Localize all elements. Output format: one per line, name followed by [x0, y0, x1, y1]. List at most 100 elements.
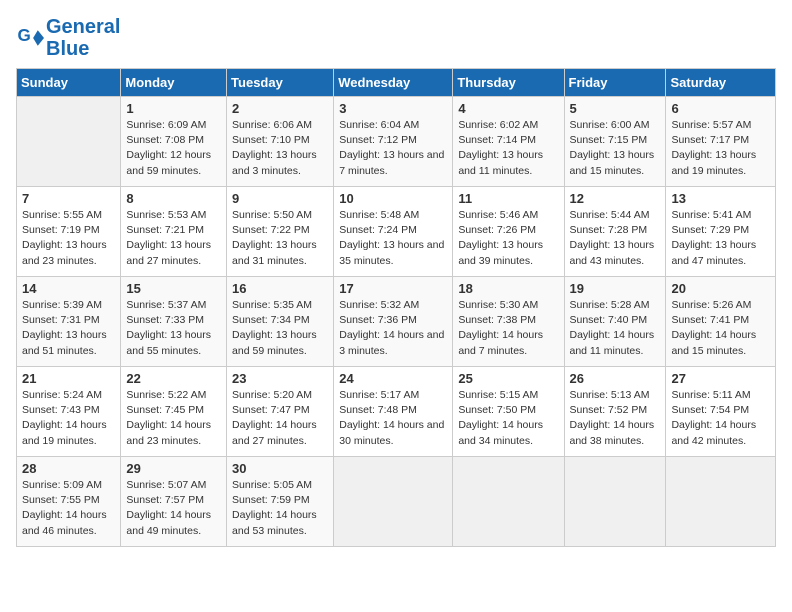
day-number: 17	[339, 281, 447, 296]
day-number: 5	[570, 101, 661, 116]
calendar-cell: 10 Sunrise: 5:48 AMSunset: 7:24 PMDayligh…	[334, 187, 453, 277]
day-number: 2	[232, 101, 328, 116]
day-info: Sunrise: 5:26 AMSunset: 7:41 PMDaylight:…	[671, 298, 770, 359]
calendar-cell	[453, 457, 564, 547]
calendar-cell: 9 Sunrise: 5:50 AMSunset: 7:22 PMDaylight…	[227, 187, 334, 277]
day-number: 4	[458, 101, 558, 116]
week-row-2: 7Sunrise: 5:55 AMSunset: 7:19 PMDaylight…	[17, 187, 776, 277]
day-info: Sunrise: 5:32 AMSunset: 7:36 PMDaylight:…	[339, 298, 447, 359]
day-number: 3	[339, 101, 447, 116]
day-number: 22	[126, 371, 221, 386]
day-number: 15	[126, 281, 221, 296]
day-info: Sunrise: 5:28 AMSunset: 7:40 PMDaylight:…	[570, 298, 661, 359]
calendar-cell: 13 Sunrise: 5:41 AMSunset: 7:29 PMDayligh…	[666, 187, 776, 277]
day-info: Sunrise: 5:05 AMSunset: 7:59 PMDaylight:…	[232, 478, 328, 539]
header-day-tuesday: Tuesday	[227, 69, 334, 97]
day-info: Sunrise: 5:11 AMSunset: 7:54 PMDaylight:…	[671, 388, 770, 449]
header-day-monday: Monday	[121, 69, 227, 97]
calendar-cell: 25Sunrise: 5:15 AMSunset: 7:50 PMDayligh…	[453, 367, 564, 457]
day-info: Sunrise: 5:46 AMSunset: 7:26 PMDaylight:…	[458, 208, 558, 269]
calendar-cell: 3 Sunrise: 6:04 AMSunset: 7:12 PMDaylight…	[334, 97, 453, 187]
calendar-cell: 27 Sunrise: 5:11 AMSunset: 7:54 PMDayligh…	[666, 367, 776, 457]
calendar-cell	[564, 457, 666, 547]
day-number: 23	[232, 371, 328, 386]
header-row: SundayMondayTuesdayWednesdayThursdayFrid…	[17, 69, 776, 97]
logo: G General Blue	[16, 16, 120, 60]
day-number: 13	[671, 191, 770, 206]
calendar-cell: 22 Sunrise: 5:22 AMSunset: 7:45 PMDayligh…	[121, 367, 227, 457]
day-number: 12	[570, 191, 661, 206]
header-day-friday: Friday	[564, 69, 666, 97]
week-row-4: 21Sunrise: 5:24 AMSunset: 7:43 PMDayligh…	[17, 367, 776, 457]
day-info: Sunrise: 6:04 AMSunset: 7:12 PMDaylight:…	[339, 118, 447, 179]
calendar-cell: 1 Sunrise: 6:09 AMSunset: 7:08 PMDaylight…	[121, 97, 227, 187]
header-day-wednesday: Wednesday	[334, 69, 453, 97]
calendar-cell: 29 Sunrise: 5:07 AMSunset: 7:57 PMDayligh…	[121, 457, 227, 547]
day-info: Sunrise: 6:02 AMSunset: 7:14 PMDaylight:…	[458, 118, 558, 179]
day-number: 19	[570, 281, 661, 296]
day-info: Sunrise: 6:06 AMSunset: 7:10 PMDaylight:…	[232, 118, 328, 179]
svg-text:G: G	[18, 26, 31, 45]
day-number: 18	[458, 281, 558, 296]
calendar-cell: 12 Sunrise: 5:44 AMSunset: 7:28 PMDayligh…	[564, 187, 666, 277]
day-info: Sunrise: 5:41 AMSunset: 7:29 PMDaylight:…	[671, 208, 770, 269]
day-number: 28	[22, 461, 115, 476]
day-info: Sunrise: 5:13 AMSunset: 7:52 PMDaylight:…	[570, 388, 661, 449]
day-info: Sunrise: 5:07 AMSunset: 7:57 PMDaylight:…	[126, 478, 221, 539]
calendar-cell: 11 Sunrise: 5:46 AMSunset: 7:26 PMDayligh…	[453, 187, 564, 277]
day-info: Sunrise: 5:48 AMSunset: 7:24 PMDaylight:…	[339, 208, 447, 269]
logo-icon: G	[16, 24, 44, 52]
day-info: Sunrise: 5:30 AMSunset: 7:38 PMDaylight:…	[458, 298, 558, 359]
page-header: G General Blue	[16, 16, 776, 60]
calendar-cell: 20Sunrise: 5:26 AMSunset: 7:41 PMDayligh…	[666, 277, 776, 367]
calendar-cell: 26Sunrise: 5:13 AMSunset: 7:52 PMDayligh…	[564, 367, 666, 457]
day-info: Sunrise: 5:39 AMSunset: 7:31 PMDaylight:…	[22, 298, 115, 359]
calendar-cell	[334, 457, 453, 547]
day-info: Sunrise: 6:00 AMSunset: 7:15 PMDaylight:…	[570, 118, 661, 179]
day-info: Sunrise: 5:17 AMSunset: 7:48 PMDaylight:…	[339, 388, 447, 449]
calendar-cell: 17 Sunrise: 5:32 AMSunset: 7:36 PMDayligh…	[334, 277, 453, 367]
day-number: 27	[671, 371, 770, 386]
logo-text-line2: Blue	[46, 38, 120, 60]
day-number: 24	[339, 371, 447, 386]
day-number: 6	[671, 101, 770, 116]
day-number: 8	[126, 191, 221, 206]
calendar-header: SundayMondayTuesdayWednesdayThursdayFrid…	[17, 69, 776, 97]
calendar-cell: 28 Sunrise: 5:09 AMSunset: 7:55 PMDayligh…	[17, 457, 121, 547]
header-day-sunday: Sunday	[17, 69, 121, 97]
calendar-cell: 30 Sunrise: 5:05 AMSunset: 7:59 PMDayligh…	[227, 457, 334, 547]
day-number: 14	[22, 281, 115, 296]
day-info: Sunrise: 5:09 AMSunset: 7:55 PMDaylight:…	[22, 478, 115, 539]
week-row-3: 14 Sunrise: 5:39 AMSunset: 7:31 PMDayligh…	[17, 277, 776, 367]
day-info: Sunrise: 5:24 AMSunset: 7:43 PMDaylight:…	[22, 388, 115, 449]
day-info: Sunrise: 5:20 AMSunset: 7:47 PMDaylight:…	[232, 388, 328, 449]
calendar-cell	[666, 457, 776, 547]
day-number: 30	[232, 461, 328, 476]
day-info: Sunrise: 5:57 AMSunset: 7:17 PMDaylight:…	[671, 118, 770, 179]
day-info: Sunrise: 5:22 AMSunset: 7:45 PMDaylight:…	[126, 388, 221, 449]
day-info: Sunrise: 5:44 AMSunset: 7:28 PMDaylight:…	[570, 208, 661, 269]
day-info: Sunrise: 5:50 AMSunset: 7:22 PMDaylight:…	[232, 208, 328, 269]
day-info: Sunrise: 5:35 AMSunset: 7:34 PMDaylight:…	[232, 298, 328, 359]
calendar-cell: 23 Sunrise: 5:20 AMSunset: 7:47 PMDayligh…	[227, 367, 334, 457]
day-number: 1	[126, 101, 221, 116]
calendar-cell: 21Sunrise: 5:24 AMSunset: 7:43 PMDayligh…	[17, 367, 121, 457]
calendar-cell: 2 Sunrise: 6:06 AMSunset: 7:10 PMDaylight…	[227, 97, 334, 187]
calendar-cell: 6 Sunrise: 5:57 AMSunset: 7:17 PMDaylight…	[666, 97, 776, 187]
day-info: Sunrise: 5:15 AMSunset: 7:50 PMDaylight:…	[458, 388, 558, 449]
calendar-cell	[17, 97, 121, 187]
header-day-thursday: Thursday	[453, 69, 564, 97]
day-number: 10	[339, 191, 447, 206]
day-info: Sunrise: 6:09 AMSunset: 7:08 PMDaylight:…	[126, 118, 221, 179]
day-number: 11	[458, 191, 558, 206]
calendar-cell: 18 Sunrise: 5:30 AMSunset: 7:38 PMDayligh…	[453, 277, 564, 367]
day-number: 9	[232, 191, 328, 206]
calendar-cell: 16Sunrise: 5:35 AMSunset: 7:34 PMDayligh…	[227, 277, 334, 367]
calendar-cell: 19 Sunrise: 5:28 AMSunset: 7:40 PMDayligh…	[564, 277, 666, 367]
day-number: 7	[22, 191, 115, 206]
day-info: Sunrise: 5:53 AMSunset: 7:21 PMDaylight:…	[126, 208, 221, 269]
logo-text-line1: General	[46, 16, 120, 38]
day-number: 29	[126, 461, 221, 476]
calendar-table: SundayMondayTuesdayWednesdayThursdayFrid…	[16, 68, 776, 547]
week-row-1: 1 Sunrise: 6:09 AMSunset: 7:08 PMDaylight…	[17, 97, 776, 187]
